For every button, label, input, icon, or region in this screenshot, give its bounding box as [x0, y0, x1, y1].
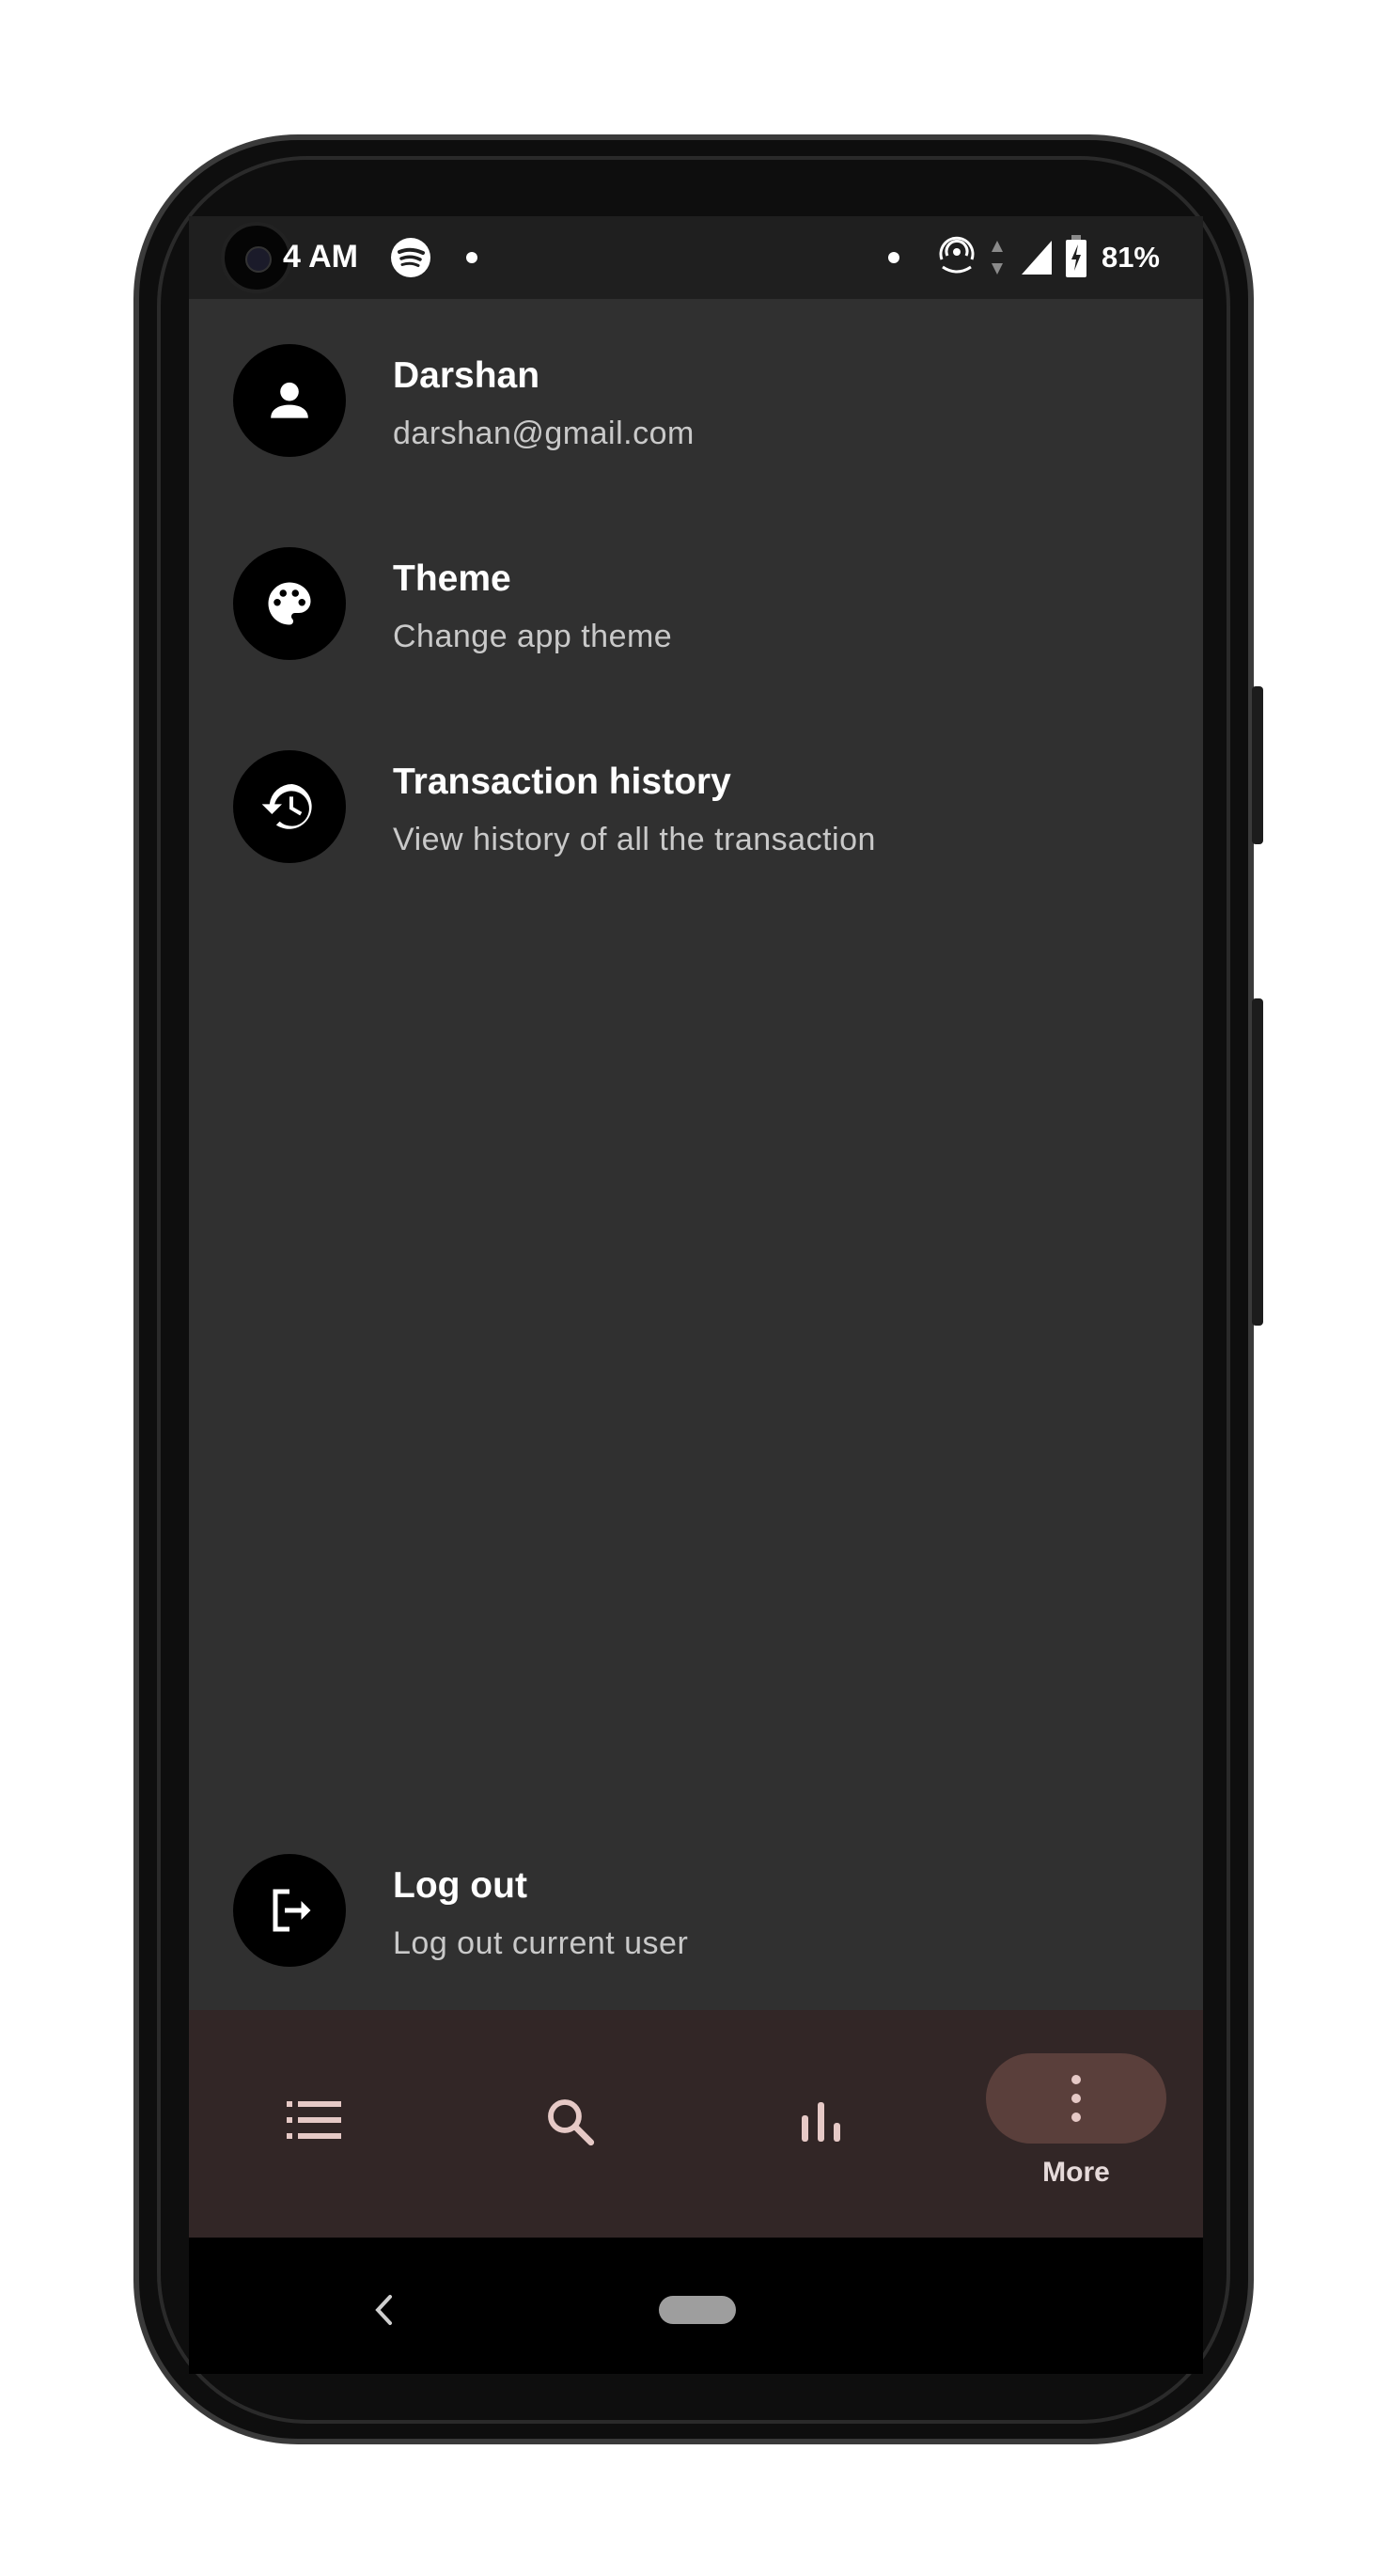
- phone-volume-button: [1252, 998, 1263, 1326]
- battery-charging-icon: [1066, 235, 1086, 277]
- screen: 4 AM 81% Darshan darshan@gmail.com Theme…: [189, 216, 1203, 2374]
- home-pill[interactable]: [659, 2296, 736, 2324]
- account-email: darshan@gmail.com: [393, 416, 695, 451]
- phone-power-button: [1252, 686, 1263, 844]
- history-icon: [261, 784, 312, 829]
- nav-item-search[interactable]: [443, 2010, 696, 2238]
- avatar: [233, 344, 346, 457]
- signal-icon: [1022, 241, 1052, 275]
- settings-list: Darshan darshan@gmail.com Theme Change a…: [189, 299, 1203, 2010]
- list-icon: [287, 2101, 341, 2139]
- status-bar: 4 AM 81%: [189, 216, 1203, 299]
- theme-title: Theme: [393, 558, 511, 599]
- logout-title: Log out: [393, 1865, 527, 1906]
- history-icon-circle: [233, 750, 346, 863]
- transaction-history-item[interactable]: Transaction history View history of all …: [189, 743, 1203, 884]
- bottom-navigation: More: [189, 2010, 1203, 2238]
- transaction-history-title: Transaction history: [393, 762, 731, 802]
- nav-selected-indicator[interactable]: [986, 2053, 1166, 2144]
- nav-label-more: More: [1042, 2157, 1110, 2188]
- logout-icon: [273, 1889, 311, 1932]
- data-arrows-icon: [992, 241, 1003, 275]
- back-icon[interactable]: [373, 2294, 394, 2326]
- system-navigation-bar: [189, 2238, 1203, 2374]
- theme-icon-circle: [233, 547, 346, 660]
- account-name: Darshan: [393, 355, 540, 396]
- account-item[interactable]: Darshan darshan@gmail.com: [189, 337, 1203, 478]
- camera-cutout: [221, 222, 292, 293]
- bar-chart-icon: [802, 2102, 840, 2142]
- palette-icon: [268, 582, 311, 625]
- nav-item-stats[interactable]: [696, 2010, 950, 2238]
- person-icon: [271, 382, 308, 418]
- status-time: 4 AM: [283, 239, 358, 275]
- logout-icon-circle: [233, 1854, 346, 1967]
- spotify-icon: [391, 238, 430, 277]
- theme-item[interactable]: Theme Change app theme: [189, 540, 1203, 681]
- logout-item[interactable]: Log out Log out current user: [189, 1846, 1203, 1987]
- hotspot-icon: [939, 236, 975, 274]
- notification-dot-icon: [888, 252, 899, 263]
- theme-subtitle: Change app theme: [393, 619, 673, 654]
- logout-subtitle: Log out current user: [393, 1925, 689, 1961]
- more-vert-icon: [1071, 2075, 1081, 2122]
- battery-percent: 81%: [1101, 241, 1160, 274]
- notification-dot-icon: [466, 252, 477, 263]
- nav-item-list[interactable]: [189, 2010, 443, 2238]
- transaction-history-subtitle: View history of all the transaction: [393, 822, 876, 857]
- search-icon: [548, 2099, 595, 2146]
